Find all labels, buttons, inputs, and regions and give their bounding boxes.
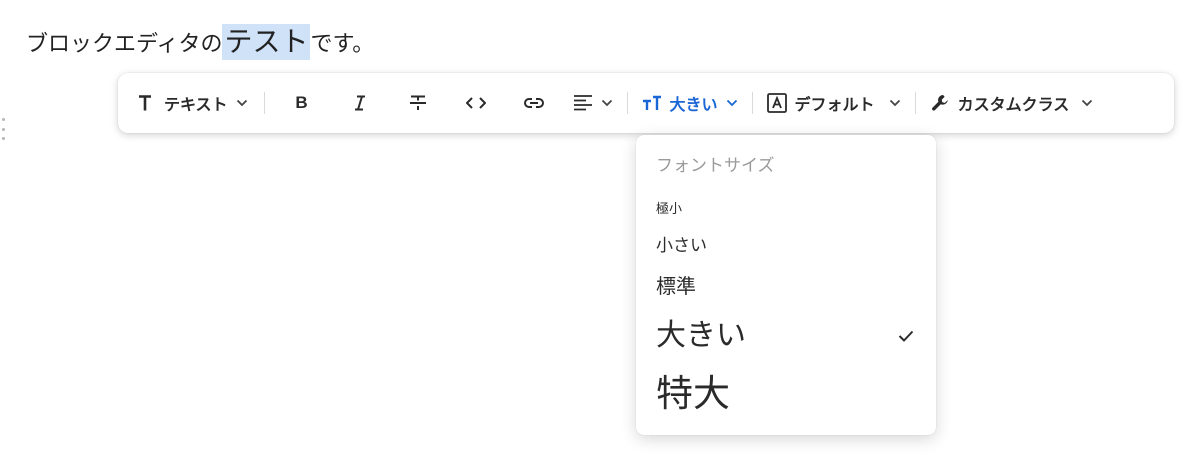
font-size-option-xlarge[interactable]: 特大 bbox=[636, 362, 936, 418]
font-size-menu-header: フォントサイズ bbox=[656, 156, 775, 176]
strikethrough-button[interactable] bbox=[389, 83, 447, 123]
editor-paragraph[interactable]: ブロックエディタのテストです。 bbox=[26, 24, 374, 63]
align-left-icon bbox=[573, 95, 593, 111]
code-icon bbox=[465, 96, 486, 110]
italic-button[interactable] bbox=[331, 83, 389, 123]
chevron-down-icon bbox=[601, 99, 613, 107]
toolbar-divider bbox=[626, 92, 628, 114]
text-color-icon bbox=[766, 93, 787, 113]
text-color-dropdown[interactable]: デフォルト bbox=[761, 83, 907, 123]
chevron-down-icon bbox=[726, 99, 738, 107]
bold-icon: B bbox=[295, 93, 308, 112]
text-color-label: デフォルト bbox=[794, 95, 875, 114]
font-size-dropdown[interactable]: 大きい bbox=[636, 83, 744, 123]
option-label: 極小 bbox=[656, 201, 683, 217]
link-icon bbox=[523, 97, 545, 109]
bold-button[interactable]: B bbox=[273, 83, 331, 123]
font-size-option-large[interactable]: 大きい bbox=[636, 310, 936, 354]
toolbar-divider bbox=[751, 92, 753, 114]
chevron-down-icon bbox=[889, 99, 901, 107]
block-toolbar: テキスト B 大きい デフォルト カスタムクラス bbox=[118, 73, 1174, 133]
font-size-option-normal[interactable]: 標準 bbox=[636, 268, 936, 300]
toolbar-divider bbox=[914, 92, 916, 114]
option-label: 小さい bbox=[656, 235, 707, 256]
code-button[interactable] bbox=[447, 83, 505, 123]
custom-class-dropdown[interactable]: カスタムクラス bbox=[924, 83, 1100, 123]
paragraph-text-after: です。 bbox=[310, 32, 375, 57]
font-size-menu: フォントサイズ 極小 小さい 標準 大きい 特大 bbox=[636, 135, 936, 435]
font-size-icon bbox=[642, 95, 662, 111]
chevron-down-icon bbox=[1081, 99, 1093, 107]
strikethrough-icon bbox=[409, 95, 427, 111]
option-label: 標準 bbox=[656, 273, 696, 298]
block-type-label: テキスト bbox=[164, 95, 228, 114]
drag-handle-icon[interactable] bbox=[0, 118, 6, 140]
block-type-dropdown[interactable]: テキスト bbox=[132, 83, 256, 123]
chevron-down-icon bbox=[236, 99, 248, 107]
option-label: 特大 bbox=[656, 372, 730, 415]
custom-class-label: カスタムクラス bbox=[957, 95, 1070, 114]
selected-text[interactable]: テスト bbox=[222, 24, 311, 60]
align-dropdown[interactable] bbox=[563, 83, 619, 123]
toolbar-divider bbox=[263, 92, 265, 114]
paragraph-text-before: ブロックエディタの bbox=[26, 32, 223, 57]
checkmark-icon bbox=[898, 315, 914, 350]
font-size-option-small[interactable]: 小さい bbox=[636, 229, 936, 257]
font-size-label: 大きい bbox=[669, 95, 718, 114]
link-button[interactable] bbox=[505, 83, 563, 123]
italic-icon bbox=[353, 95, 367, 111]
option-label: 大きい bbox=[656, 318, 746, 353]
font-size-option-tiny[interactable]: 極小 bbox=[636, 195, 936, 219]
wrench-icon bbox=[930, 93, 950, 113]
text-type-icon bbox=[138, 95, 152, 111]
